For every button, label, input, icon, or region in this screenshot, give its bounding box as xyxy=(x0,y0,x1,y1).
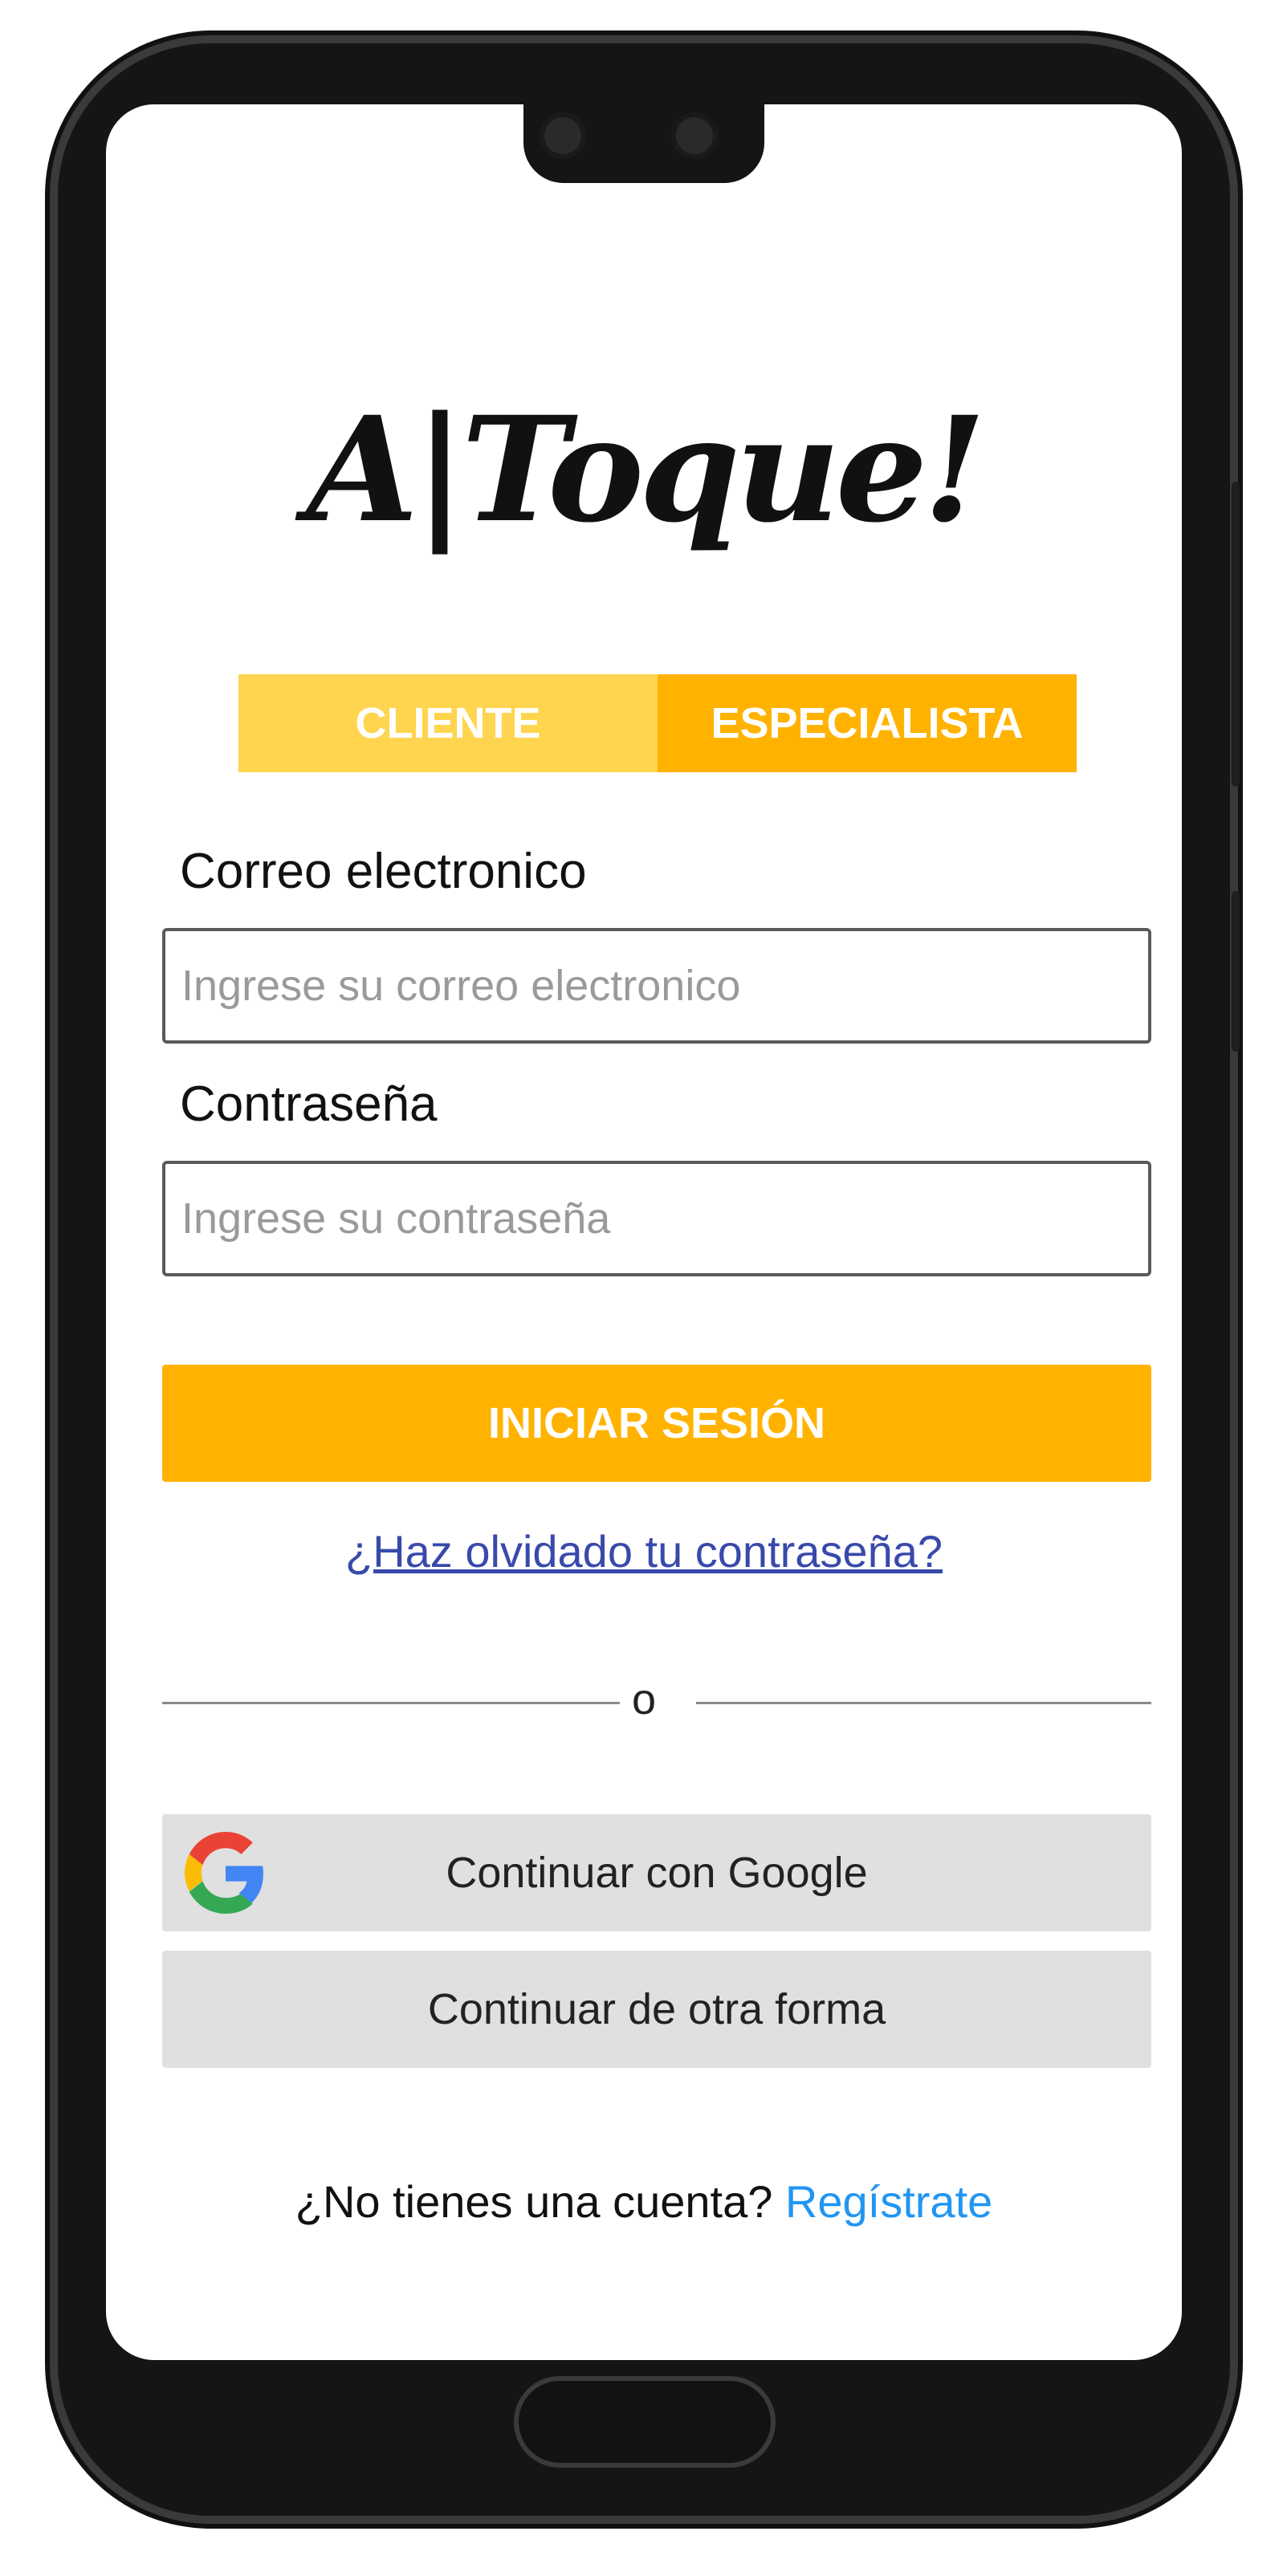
app-screen: A|Toque! CLIENTE ESPECIALISTA Correo ele… xyxy=(106,104,1182,2360)
volume-button xyxy=(1232,482,1240,787)
power-button xyxy=(1232,891,1240,1052)
app-logo: A|Toque! xyxy=(306,385,987,555)
other-login-label: Continuar de otra forma xyxy=(427,1985,886,2033)
signup-link[interactable]: Regístrate xyxy=(785,2176,992,2227)
other-login-button[interactable]: Continuar de otra forma xyxy=(162,1951,1151,2068)
divider-text: o xyxy=(631,1675,657,1723)
login-button[interactable]: INICIAR SESIÓN xyxy=(162,1365,1151,1482)
password-label: Contraseña xyxy=(180,1076,438,1132)
camera-icon xyxy=(671,112,718,159)
google-icon xyxy=(185,1832,263,1914)
google-login-button[interactable]: Continuar con Google xyxy=(162,1814,1151,1931)
sensor-icon xyxy=(540,112,586,159)
email-label: Correo electronico xyxy=(180,844,587,899)
home-button[interactable] xyxy=(514,2376,776,2468)
password-input[interactable] xyxy=(162,1161,1151,1276)
signup-row: ¿No tienes una cuenta? Regístrate xyxy=(106,2175,1182,2228)
email-input[interactable] xyxy=(162,928,1151,1044)
tab-especialista[interactable]: ESPECIALISTA xyxy=(658,674,1077,772)
user-type-tabs: CLIENTE ESPECIALISTA xyxy=(238,674,1077,772)
google-login-label: Continuar con Google xyxy=(446,1849,868,1897)
divider-line-right xyxy=(696,1702,1151,1704)
forgot-password-link[interactable]: ¿Haz olvidado tu contraseña? xyxy=(106,1525,1182,1577)
signup-prompt: ¿No tienes una cuenta? xyxy=(295,2176,773,2227)
tab-cliente[interactable]: CLIENTE xyxy=(238,674,658,772)
